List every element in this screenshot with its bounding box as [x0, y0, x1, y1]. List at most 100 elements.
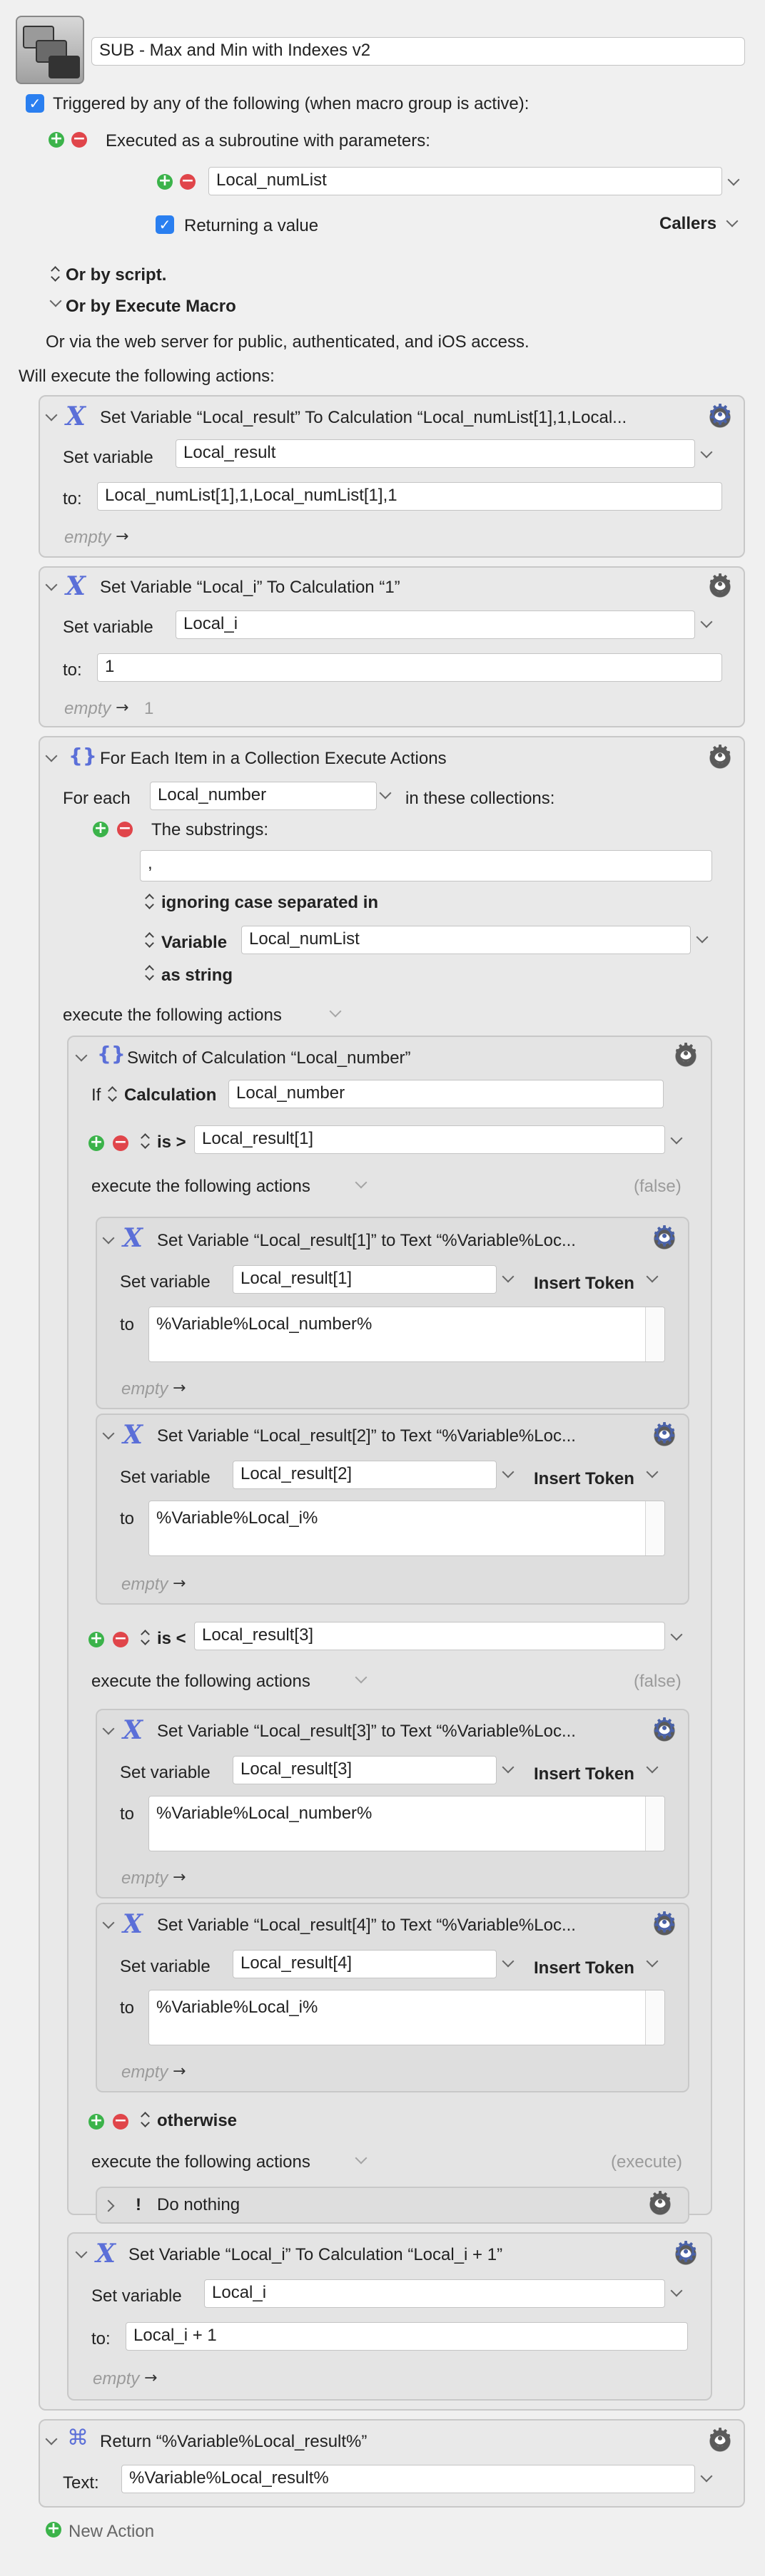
chevron-down-icon[interactable] [726, 174, 741, 188]
gear-icon[interactable] [672, 2238, 699, 2268]
chevron-down-icon[interactable] [725, 215, 739, 230]
chevron-down-icon[interactable] [354, 1177, 368, 1191]
action-title[interactable]: Set Variable “Local_i” To Calculation “1… [100, 579, 400, 596]
chevron-down-icon[interactable] [44, 2433, 59, 2448]
remove-collection-button[interactable]: − [117, 821, 133, 837]
action-title[interactable]: Set Variable “Local_result[2]” to Text “… [157, 1428, 576, 1445]
chevron-down-icon[interactable] [699, 616, 714, 630]
calculation-field[interactable]: Local_numList[1],1,Local_numList[1],1 [97, 482, 722, 511]
gear-icon[interactable] [647, 2188, 674, 2218]
variable-name-field[interactable]: Local_result[3] [233, 1756, 497, 1784]
gear-icon[interactable] [651, 1419, 678, 1449]
chevron-down-icon[interactable] [101, 1428, 116, 1442]
updown-icon[interactable] [140, 1629, 150, 1646]
gear-icon[interactable] [706, 2425, 734, 2455]
action-title[interactable]: Set Variable “Local_result[1]” to Text “… [157, 1232, 576, 1249]
chevron-down-icon[interactable] [49, 295, 63, 310]
variable-name-field[interactable]: Local_result[4] [233, 1950, 497, 1978]
gear-icon[interactable] [651, 1222, 678, 1252]
chevron-down-icon[interactable] [669, 1133, 684, 1147]
case-operator[interactable]: is < [157, 1630, 186, 1647]
text-field[interactable]: %Variable%Local_i% [148, 1501, 665, 1556]
gear-icon[interactable] [706, 401, 734, 431]
chevron-down-icon[interactable] [354, 2152, 368, 2167]
add-parameter-button[interactable]: + [157, 173, 173, 190]
updown-icon[interactable] [144, 931, 154, 949]
action-title[interactable]: Switch of Calculation “Local_number” [127, 1050, 411, 1067]
add-case-button[interactable]: + [88, 2113, 104, 2130]
by-execute-macro-label[interactable]: Or by Execute Macro [66, 298, 236, 315]
chevron-down-icon[interactable] [501, 1271, 515, 1285]
chevron-down-icon[interactable] [699, 2470, 714, 2485]
text-field[interactable]: %Variable%Local_i% [148, 1990, 665, 2045]
updown-icon[interactable] [140, 1133, 150, 1150]
return-text-field[interactable]: %Variable%Local_result% [121, 2465, 695, 2493]
updown-icon[interactable] [144, 964, 154, 981]
macro-app-icon[interactable] [16, 16, 84, 84]
add-collection-button[interactable]: + [93, 821, 108, 837]
chevron-down-icon[interactable] [44, 750, 59, 765]
chevron-down-icon[interactable] [44, 409, 59, 424]
separator-field[interactable]: , [140, 850, 712, 881]
variable-name-field[interactable]: Local_result[2] [233, 1461, 497, 1489]
text-field[interactable]: %Variable%Local_number% [148, 1307, 665, 1362]
chevron-down-icon[interactable] [645, 1271, 659, 1285]
as-string-label[interactable]: as string [161, 967, 233, 984]
insert-token-button[interactable]: Insert Token [534, 1764, 634, 1784]
chevron-down-icon[interactable] [501, 1466, 515, 1481]
action-title[interactable]: Set Variable “Local_result[4]” to Text “… [157, 1917, 576, 1934]
ignoring-case-label[interactable]: ignoring case separated in [161, 894, 378, 911]
remove-case-button[interactable]: − [113, 1631, 128, 1647]
for-each-variable-field[interactable]: Local_number [150, 782, 377, 810]
chevron-down-icon[interactable] [74, 1050, 88, 1064]
chevron-right-icon[interactable] [103, 2198, 117, 2212]
remove-case-button[interactable]: − [113, 1135, 128, 1151]
chevron-down-icon[interactable] [669, 2285, 684, 2299]
updown-icon[interactable] [107, 1085, 117, 1103]
variable-name-field[interactable]: Local_i [176, 610, 695, 639]
case-value-field[interactable]: Local_result[1] [194, 1125, 665, 1154]
otherwise-label[interactable]: otherwise [157, 2112, 237, 2130]
chevron-down-icon[interactable] [378, 787, 392, 802]
chevron-down-icon[interactable] [669, 1629, 684, 1643]
action-title[interactable]: For Each Item in a Collection Execute Ac… [100, 750, 447, 767]
chevron-down-icon[interactable] [699, 446, 714, 461]
variable-name-field[interactable]: Local_result[1] [233, 1265, 497, 1294]
calculation-label[interactable]: Calculation [124, 1087, 216, 1104]
by-script-label[interactable]: Or by script. [66, 267, 166, 284]
variable-name-field[interactable]: Local_result [176, 439, 695, 468]
remove-parameter-button[interactable]: − [180, 173, 196, 190]
chevron-down-icon[interactable] [101, 1917, 116, 1931]
action-title[interactable]: Set Variable “Local_i” To Calculation “L… [128, 2247, 502, 2264]
do-nothing-label[interactable]: Do nothing [157, 2197, 240, 2214]
macro-name-field[interactable]: SUB - Max and Min with Indexes v2 [91, 37, 745, 66]
variable-source-label[interactable]: Variable [161, 934, 227, 951]
add-case-button[interactable]: + [88, 1135, 104, 1151]
add-case-button[interactable]: + [88, 1631, 104, 1647]
chevron-down-icon[interactable] [645, 1956, 659, 1970]
chevron-down-icon[interactable] [695, 931, 709, 946]
chevron-down-icon[interactable] [501, 1956, 515, 1970]
gear-icon[interactable] [651, 1908, 678, 1938]
case-operator[interactable]: is > [157, 1134, 186, 1151]
parameter-field[interactable]: Local_numList [208, 167, 722, 195]
chevron-down-icon[interactable] [501, 1762, 515, 1776]
collection-variable-field[interactable]: Local_numList [241, 926, 691, 954]
new-action-plus-icon[interactable]: + [46, 2521, 61, 2537]
updown-icon[interactable] [50, 265, 60, 282]
gear-icon[interactable] [651, 1714, 678, 1744]
chevron-down-icon[interactable] [44, 579, 59, 593]
action-title[interactable]: Set Variable “Local_result[3]” to Text “… [157, 1723, 576, 1740]
chevron-down-icon[interactable] [645, 1466, 659, 1481]
action-title[interactable]: Return “%Variable%Local_result%” [100, 2433, 367, 2450]
gear-icon[interactable] [706, 571, 734, 600]
chevron-down-icon[interactable] [354, 1672, 368, 1686]
chevron-down-icon[interactable] [328, 1006, 343, 1020]
action-title[interactable]: Set Variable “Local_result” To Calculati… [100, 409, 627, 426]
chevron-down-icon[interactable] [101, 1723, 116, 1737]
variable-name-field[interactable]: Local_i [204, 2279, 665, 2308]
switch-calculation-field[interactable]: Local_number [228, 1080, 664, 1108]
chevron-down-icon[interactable] [101, 1232, 116, 1247]
trigger-checkbox[interactable]: ✓ [26, 94, 44, 113]
remove-case-button[interactable]: − [113, 2113, 128, 2130]
